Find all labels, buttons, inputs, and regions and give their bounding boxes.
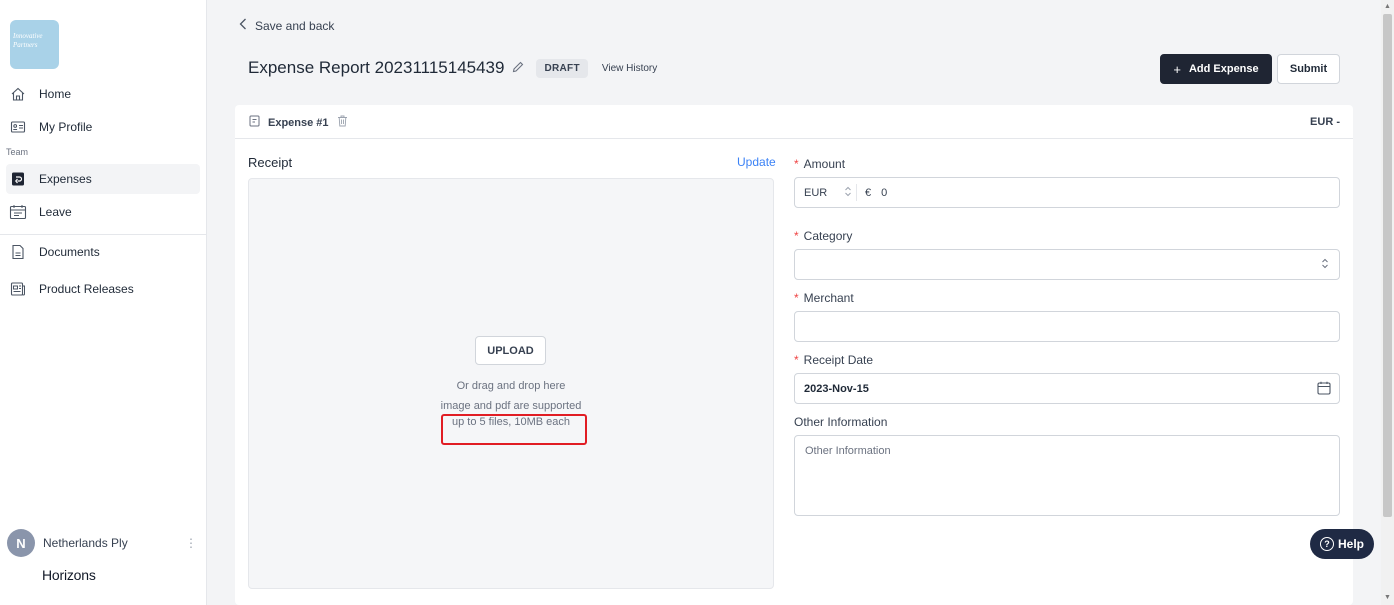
sidebar-item-product-releases[interactable]: Product Releases <box>0 274 200 304</box>
chevron-left-icon <box>239 18 247 33</box>
amount-field[interactable]: EUR € 0 <box>794 177 1340 208</box>
required-marker: * <box>794 353 799 367</box>
trash-icon[interactable] <box>337 115 348 130</box>
merchant-input[interactable] <box>794 311 1340 342</box>
news-icon <box>9 280 27 298</box>
sidebar-item-label: Leave <box>39 205 72 219</box>
required-marker: * <box>794 157 799 171</box>
document-icon <box>9 243 27 261</box>
sidebar-item-label: My Profile <box>39 120 93 134</box>
plus-icon: + <box>1173 61 1181 77</box>
updown-icon <box>844 186 852 200</box>
scroll-up-icon[interactable]: ▲ <box>1384 3 1391 10</box>
currency-value: EUR <box>804 186 828 199</box>
required-marker: * <box>794 291 799 305</box>
sidebar-item-label: Product Releases <box>39 282 134 296</box>
company-logo[interactable]: Innovative Partners <box>10 20 59 69</box>
merchant-label-text: Merchant <box>803 291 854 305</box>
receipt-icon <box>249 115 260 130</box>
amount-input[interactable]: € 0 <box>865 187 887 199</box>
sidebar-item-leave[interactable]: Leave <box>0 197 200 227</box>
back-label: Save and back <box>255 18 335 33</box>
expense-title: Expense #1 <box>249 115 348 130</box>
sidebar: Innovative Partners Home My Profile Team… <box>0 0 207 605</box>
sidebar-item-expenses[interactable]: Expenses <box>6 164 200 194</box>
highlight-box <box>441 414 587 445</box>
merchant-label: * Merchant <box>794 291 854 305</box>
amount-label-text: Amount <box>803 157 846 171</box>
scroll-down-icon[interactable]: ▼ <box>1384 594 1391 601</box>
other-information-label: Other Information <box>794 415 888 429</box>
receipt-date-label: * Receipt Date <box>794 353 873 367</box>
save-and-back-link[interactable]: Save and back <box>239 18 334 33</box>
user-menu[interactable]: N Netherlands Ply ⋮ <box>7 529 197 557</box>
calendar-icon[interactable] <box>1317 381 1331 398</box>
amount-value: 0 <box>881 186 888 199</box>
kebab-menu-icon[interactable]: ⋮ <box>185 536 197 550</box>
amount-label: * Amount <box>794 157 845 171</box>
category-label-text: Category <box>803 229 853 243</box>
add-expense-button[interactable]: + Add Expense <box>1160 54 1272 84</box>
date-value: 2023-Nov-15 <box>804 382 869 395</box>
category-select[interactable] <box>794 249 1340 280</box>
upload-button[interactable]: UPLOAD <box>475 336 546 365</box>
title-row: Expense Report 20231115145439 DRAFT View… <box>248 58 657 78</box>
pencil-icon[interactable] <box>512 61 524 76</box>
expenses-icon <box>9 170 27 188</box>
category-label: * Category <box>794 229 852 243</box>
user-name: Netherlands Ply <box>43 536 128 550</box>
view-history-link[interactable]: View History <box>602 63 657 74</box>
file-types-hint: image and pdf are supported <box>440 400 582 412</box>
expense-label: Expense #1 <box>268 116 329 129</box>
sidebar-divider <box>0 234 207 235</box>
scroll-thumb[interactable] <box>1383 14 1392 517</box>
drag-drop-hint: Or drag and drop here <box>456 380 566 392</box>
currency-select[interactable]: EUR <box>795 184 857 201</box>
add-expense-label: Add Expense <box>1188 63 1259 75</box>
id-card-icon <box>9 118 27 136</box>
receipt-date-input[interactable]: 2023-Nov-15 <box>794 373 1340 404</box>
expense-card-header: Expense #1 EUR - <box>235 105 1353 139</box>
submit-button[interactable]: Submit <box>1277 54 1340 84</box>
sidebar-item-label: Home <box>39 87 72 101</box>
page-title: Expense Report 20231115145439 <box>248 58 505 77</box>
updown-icon <box>1321 258 1329 272</box>
help-button[interactable]: ? Help <box>1310 529 1374 559</box>
calendar-icon <box>9 203 27 221</box>
avatar: N <box>7 529 35 557</box>
sidebar-item-home[interactable]: Home <box>0 79 200 109</box>
required-marker: * <box>794 229 799 243</box>
scrollbar[interactable]: ▲ ▼ <box>1381 0 1394 605</box>
section-label-team: Team <box>6 147 29 157</box>
sidebar-item-label: Documents <box>39 245 100 259</box>
receipt-label: Receipt <box>248 155 293 170</box>
currency-symbol: € <box>865 186 872 199</box>
question-icon: ? <box>1319 537 1334 551</box>
sidebar-item-my-profile[interactable]: My Profile <box>0 112 200 142</box>
sidebar-item-documents[interactable]: Documents <box>0 237 200 267</box>
other-information-textarea[interactable]: Other Information <box>794 435 1340 516</box>
home-icon <box>9 85 27 103</box>
sidebar-item-label: Expenses <box>39 172 92 186</box>
brand-logo: Horizons <box>42 567 96 583</box>
update-link[interactable]: Update <box>737 155 776 169</box>
status-badge: DRAFT <box>536 58 588 78</box>
receipt-date-label-text: Receipt Date <box>803 353 874 367</box>
help-label: Help <box>1337 537 1364 551</box>
currency-summary: EUR - <box>1310 116 1340 128</box>
